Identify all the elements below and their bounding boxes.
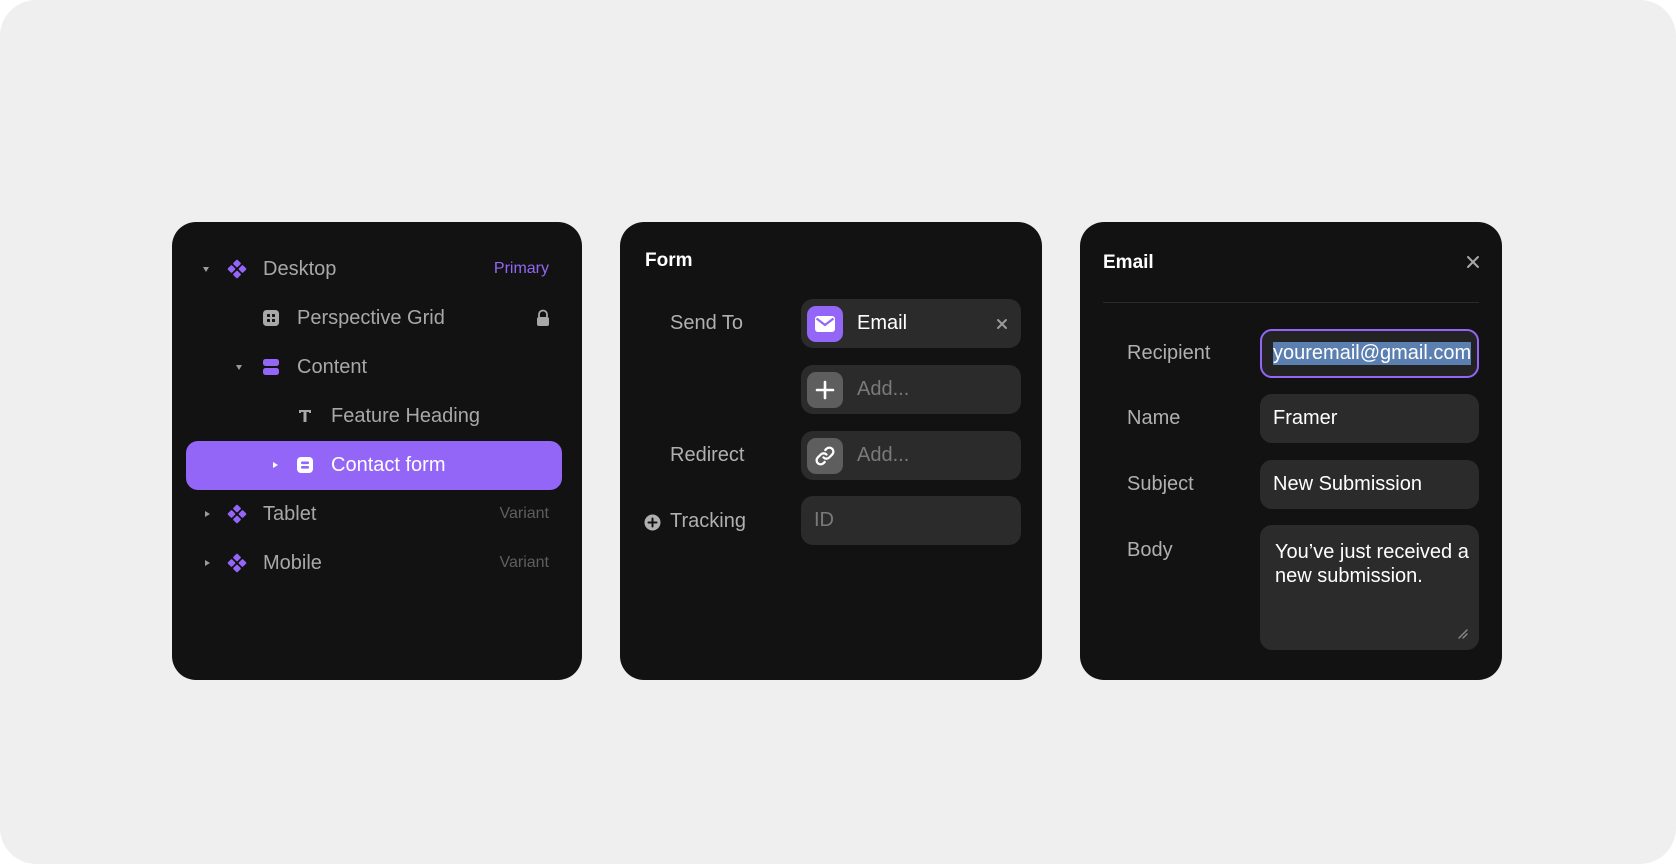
caret-right-icon[interactable] xyxy=(205,560,210,566)
subject-input[interactable]: New Submission xyxy=(1260,460,1479,509)
layer-label: Mobile xyxy=(263,552,322,574)
body-value: You’ve just received a new submission. xyxy=(1275,541,1469,587)
recipient-input[interactable]: youremail@gmail.com xyxy=(1260,329,1479,378)
send-to-value: Email xyxy=(857,312,908,334)
layer-label: Feature Heading xyxy=(331,405,480,427)
layer-perspective-grid[interactable]: Perspective Grid xyxy=(186,294,562,343)
stack-icon xyxy=(297,457,313,473)
email-panel: Email Recipient youremail@gmail.com Name… xyxy=(1080,222,1502,680)
subject-value: New Submission xyxy=(1273,473,1422,495)
variant-badge: Variant xyxy=(499,554,549,571)
canvas: Desktop Primary Perspective Grid Content… xyxy=(0,0,1676,864)
layer-label: Content xyxy=(297,356,368,378)
caret-down-icon[interactable] xyxy=(203,267,209,272)
body-textarea[interactable]: You’ve just received a new submission. xyxy=(1260,525,1479,650)
tracking-label: Tracking xyxy=(670,510,746,532)
layer-mobile[interactable]: Mobile Variant xyxy=(186,539,562,588)
layer-label: Perspective Grid xyxy=(297,307,445,329)
panel-title: Form xyxy=(645,250,693,271)
name-input[interactable]: Framer xyxy=(1260,394,1479,443)
body-label: Body xyxy=(1127,539,1173,561)
send-to-email-chip[interactable]: Email xyxy=(801,299,1021,348)
add-circle-icon[interactable] xyxy=(644,514,661,531)
layer-label: Contact form xyxy=(331,454,446,476)
layer-contact-form[interactable]: Contact form xyxy=(186,441,562,490)
lock-icon[interactable] xyxy=(535,309,551,327)
recipient-value: youremail@gmail.com xyxy=(1273,342,1472,365)
close-icon[interactable] xyxy=(1466,255,1480,269)
variant-badge: Variant xyxy=(499,505,549,522)
layer-content[interactable]: Content xyxy=(186,343,562,392)
layer-label: Tablet xyxy=(263,503,317,525)
name-label: Name xyxy=(1127,407,1181,429)
add-recipient-button[interactable]: Add... xyxy=(801,365,1021,414)
layer-desktop[interactable]: Desktop Primary xyxy=(186,245,562,294)
send-to-label: Send To xyxy=(670,312,744,334)
text-icon xyxy=(299,410,311,422)
panel-title: Email xyxy=(1103,252,1154,273)
recipient-label: Recipient xyxy=(1127,342,1211,364)
component-icon xyxy=(227,553,247,573)
form-panel: Form Send To Email Add... Redirect Add..… xyxy=(620,222,1042,680)
divider xyxy=(1103,302,1479,303)
close-icon[interactable] xyxy=(996,318,1008,330)
layers-panel: Desktop Primary Perspective Grid Content… xyxy=(172,222,582,680)
tracking-id-input[interactable]: ID xyxy=(801,496,1021,545)
layer-tablet[interactable]: Tablet Variant xyxy=(186,490,562,539)
redirect-placeholder: Add... xyxy=(857,444,910,466)
link-icon xyxy=(807,438,843,474)
resize-handle-icon[interactable] xyxy=(1456,627,1468,639)
redirect-input[interactable]: Add... xyxy=(801,431,1021,480)
add-placeholder: Add... xyxy=(857,378,910,400)
caret-right-icon[interactable] xyxy=(205,511,210,517)
name-value: Framer xyxy=(1273,407,1338,429)
component-icon xyxy=(227,259,247,279)
tracking-placeholder: ID xyxy=(814,509,834,531)
primary-badge: Primary xyxy=(493,260,549,277)
caret-right-icon[interactable] xyxy=(273,462,278,468)
layer-feature-heading[interactable]: Feature Heading xyxy=(186,392,562,441)
caret-down-icon[interactable] xyxy=(236,365,242,370)
grid-icon xyxy=(263,310,279,326)
mail-icon xyxy=(807,306,843,342)
stack-icon xyxy=(263,359,279,375)
component-icon xyxy=(227,504,247,524)
plus-icon xyxy=(807,372,843,408)
layer-label: Desktop xyxy=(263,258,337,280)
redirect-label: Redirect xyxy=(670,444,745,466)
subject-label: Subject xyxy=(1127,473,1194,495)
